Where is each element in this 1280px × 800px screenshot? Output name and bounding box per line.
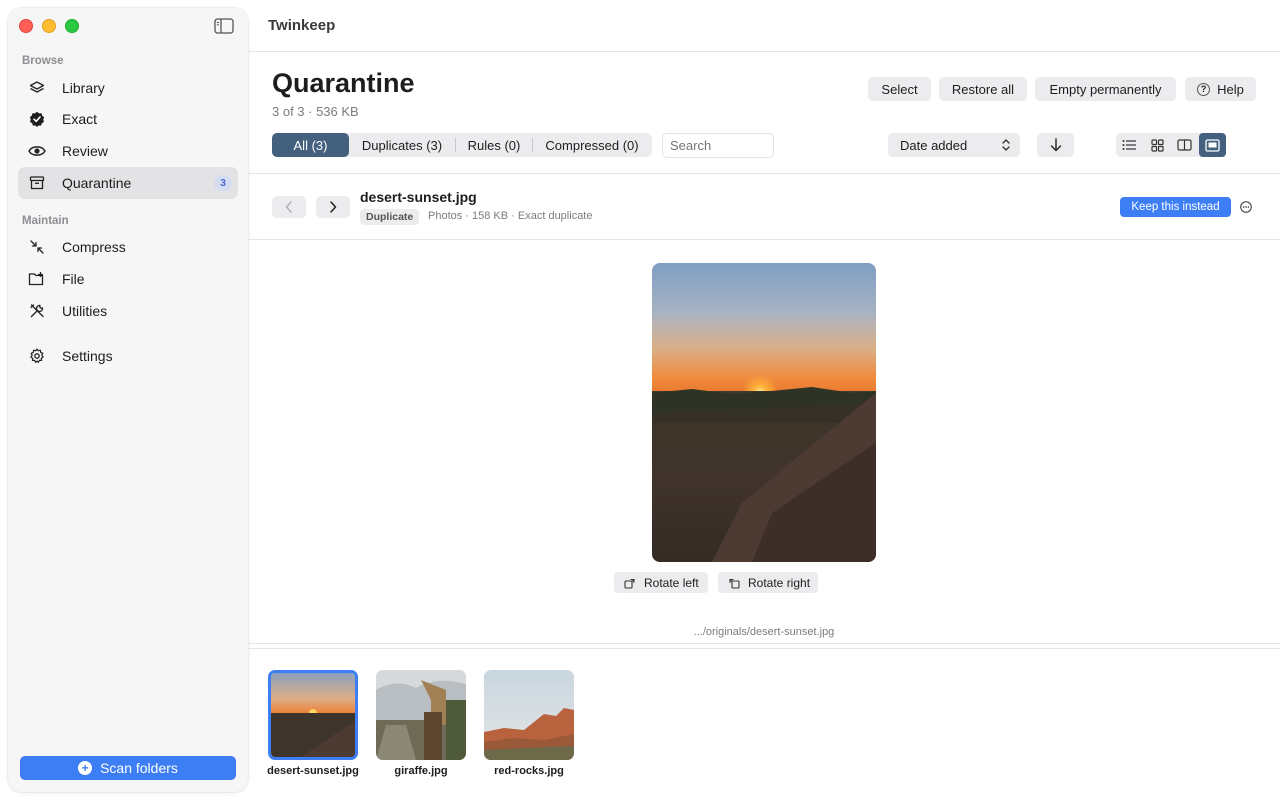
sidebar-item-quarantine[interactable]: Quarantine 3 xyxy=(18,167,238,199)
more-options-icon[interactable] xyxy=(1240,201,1252,213)
keep-this-instead-button[interactable]: Keep this instead xyxy=(1120,197,1231,217)
sidebar-item-exact[interactable]: Exact xyxy=(18,103,238,135)
sidebar-item-label: Quarantine xyxy=(62,175,132,191)
sort-select[interactable]: Date added xyxy=(888,133,1020,157)
thumbnail-desert-sunset[interactable] xyxy=(268,670,358,760)
rotate-left-icon xyxy=(624,578,635,589)
divider xyxy=(248,239,1280,240)
tools-icon xyxy=(28,302,46,320)
filmstrip-view-button[interactable] xyxy=(1198,133,1226,157)
sidebar-item-label: Utilities xyxy=(62,303,108,319)
desert-sunset-photo xyxy=(652,263,876,562)
sidebar-item-settings[interactable]: Settings xyxy=(18,340,238,372)
rotate-right-icon xyxy=(729,578,740,589)
sidebar-toggle-icon[interactable] xyxy=(214,18,234,34)
sidebar-item-file[interactable]: File xyxy=(18,263,238,295)
thumbnail-label: giraffe.jpg xyxy=(394,765,448,777)
arrow-down-icon xyxy=(1050,138,1061,152)
gear-icon xyxy=(28,347,46,365)
divider xyxy=(248,648,1280,649)
red-rocks-thumbnail-image xyxy=(484,670,574,760)
sidebar-item-review[interactable]: Review xyxy=(18,135,238,167)
filter-segmented-control: All (3) Duplicates (3) Rules (0) Compres… xyxy=(272,133,652,157)
rotate-left-button[interactable]: Rotate left xyxy=(614,572,708,593)
previous-button[interactable] xyxy=(272,196,306,218)
scan-folders-button[interactable]: + Scan folders xyxy=(20,756,236,780)
scan-folders-label: Scan folders xyxy=(100,760,178,776)
list-icon xyxy=(1122,140,1137,150)
file-meta: Photos · 158 KB · Exact duplicate xyxy=(428,210,593,222)
sort-direction-button[interactable] xyxy=(1037,133,1074,157)
grid-view-button[interactable] xyxy=(1144,133,1172,157)
sidebar-item-label: Settings xyxy=(62,348,113,364)
tab-duplicates[interactable]: Duplicates (3) xyxy=(349,133,455,157)
folder-icon xyxy=(28,270,46,288)
layers-icon xyxy=(28,79,46,97)
sort-value: Date added xyxy=(900,137,968,153)
close-window-button[interactable] xyxy=(19,19,33,33)
compress-arrows-icon xyxy=(28,238,46,256)
sidebar-item-label: Review xyxy=(62,143,108,159)
section-label-browse: Browse xyxy=(22,55,64,67)
page-title: Quarantine xyxy=(272,68,415,98)
chevron-left-icon xyxy=(285,201,292,213)
filmstrip-icon xyxy=(1205,138,1220,152)
duplicate-tag: Duplicate xyxy=(360,209,420,225)
chevron-right-icon xyxy=(330,201,337,213)
view-mode-control xyxy=(1116,133,1226,157)
split-columns-icon xyxy=(1177,139,1192,151)
verified-badge-icon xyxy=(28,110,46,128)
sidebar-item-compress[interactable]: Compress xyxy=(18,231,238,263)
page-subtitle: 3 of 3 · 536 KB xyxy=(272,104,359,119)
rotate-left-label: Rotate left xyxy=(644,575,699,590)
eye-icon xyxy=(28,142,46,160)
thumbnail-label: desert-sunset.jpg xyxy=(267,765,359,777)
tab-all[interactable]: All (3) xyxy=(272,133,349,157)
sidebar-item-label: File xyxy=(62,271,85,287)
sidebar: Browse Library Exact Review Quarantine 3… xyxy=(8,8,248,792)
section-label-maintain: Maintain xyxy=(22,215,69,227)
help-button[interactable]: ? Help xyxy=(1185,77,1256,101)
thumbnail-red-rocks[interactable] xyxy=(484,670,574,760)
count-badge: 3 xyxy=(214,175,232,191)
divider xyxy=(248,643,1280,644)
file-path: .../originals/desert-sunset.jpg xyxy=(693,626,835,638)
giraffe-thumbnail-image xyxy=(376,670,466,760)
thumbnail-giraffe[interactable] xyxy=(376,670,466,760)
search-input[interactable] xyxy=(662,133,774,158)
minimize-window-button[interactable] xyxy=(42,19,56,33)
sidebar-item-label: Compress xyxy=(62,239,126,255)
restore-all-button[interactable]: Restore all xyxy=(939,77,1027,101)
divider xyxy=(248,173,1280,174)
desert-sunset-thumbnail-image xyxy=(271,673,355,757)
sidebar-item-label: Library xyxy=(62,80,105,96)
zoom-window-button[interactable] xyxy=(65,19,79,33)
empty-permanently-button[interactable]: Empty permanently xyxy=(1035,77,1176,101)
select-button[interactable]: Select xyxy=(868,77,931,101)
plus-circle-icon: + xyxy=(78,761,93,775)
tab-compressed[interactable]: Compressed (0) xyxy=(533,133,651,157)
list-view-button[interactable] xyxy=(1116,133,1144,157)
grid-icon xyxy=(1151,138,1164,152)
app-title: Twinkeep xyxy=(268,17,336,34)
rotate-right-label: Rotate right xyxy=(748,575,811,590)
rotate-right-button[interactable]: Rotate right xyxy=(718,572,818,593)
sidebar-item-utilities[interactable]: Utilities xyxy=(18,295,238,327)
archive-box-icon xyxy=(28,174,46,192)
split-view-button[interactable] xyxy=(1171,133,1199,157)
window-controls xyxy=(19,19,79,33)
preview-image xyxy=(652,263,876,562)
file-name: desert-sunset.jpg xyxy=(360,189,477,205)
divider xyxy=(248,51,1280,52)
next-button[interactable] xyxy=(316,196,350,218)
question-circle-icon: ? xyxy=(1197,82,1211,96)
sidebar-item-label: Exact xyxy=(62,111,98,127)
thumbnail-label: red-rocks.jpg xyxy=(494,765,564,777)
sidebar-item-library[interactable]: Library xyxy=(18,72,238,104)
tab-rules[interactable]: Rules (0) xyxy=(456,133,532,157)
help-label: Help xyxy=(1217,81,1244,97)
chevron-up-down-icon xyxy=(1002,139,1010,151)
